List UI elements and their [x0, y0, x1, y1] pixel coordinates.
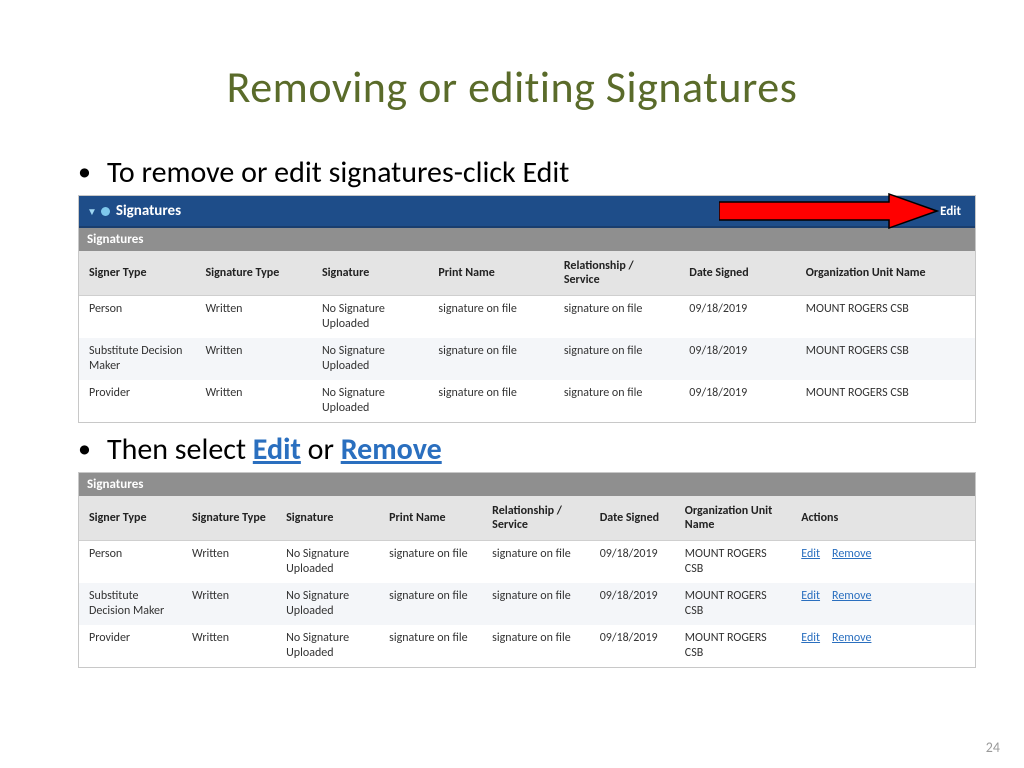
cell-date: 09/18/2019 [590, 583, 675, 625]
col2-relationship: Relationship / Service [482, 496, 590, 541]
cell-signature: No Signature Uploaded [312, 296, 428, 339]
col-signature: Signature [312, 251, 428, 296]
cell-rel: signature on file [554, 338, 679, 380]
cell-rel: signature on file [554, 296, 679, 339]
bullet-dot-icon: • [78, 155, 91, 187]
col2-org-unit: Organization Unit Name [675, 496, 791, 541]
cell-org: MOUNT ROGERS CSB [796, 338, 975, 380]
col-relationship: Relationship / Service [554, 251, 679, 296]
cell-actions: Edit Remove [791, 541, 975, 584]
bullet-1: • To remove or edit signatures-click Edi… [78, 154, 976, 191]
cell-sigtype: Written [182, 583, 276, 625]
cell-date: 09/18/2019 [590, 541, 675, 584]
row-remove-link[interactable]: Remove [832, 547, 871, 561]
cell-rel: signature on file [482, 625, 590, 667]
row-remove-link[interactable]: Remove [832, 631, 871, 645]
signatures-panel-1: ▼ Signatures Edit Signatures Signer Type… [78, 195, 976, 423]
panel1-title-bar: ▼ Signatures Edit [79, 196, 975, 228]
panel1-section-title: Signatures [116, 202, 181, 220]
table-row: Substitute Decision MakerWrittenNo Signa… [79, 338, 975, 380]
cell-actions: Edit Remove [791, 583, 975, 625]
cell-sigtype: Written [182, 541, 276, 584]
cell-signer: Provider [79, 380, 195, 422]
signatures-table-2: Signer Type Signature Type Signature Pri… [79, 496, 975, 667]
signatures-table-1: Signer Type Signature Type Signature Pri… [79, 251, 975, 422]
cell-sigtype: Written [195, 296, 311, 339]
bullet-dot-icon: • [78, 432, 91, 464]
row-remove-link[interactable]: Remove [832, 589, 871, 603]
cell-signature: No Signature Uploaded [276, 541, 379, 584]
panel-indicator-icon [101, 207, 110, 216]
cell-print: signature on file [379, 541, 482, 584]
cell-rel: signature on file [554, 380, 679, 422]
signatures-panel-2: Signatures Signer Type Signature Type Si… [78, 472, 976, 668]
bullet-2-prefix: Then select [107, 431, 253, 468]
cell-rel: signature on file [482, 541, 590, 584]
bullet-2-text: Then select Edit or Remove [107, 431, 442, 468]
cell-signer: Provider [79, 625, 182, 667]
col-org-unit: Organization Unit Name [796, 251, 975, 296]
bullet-1-text: To remove or edit signatures-click Edit [107, 154, 569, 191]
col-date-signed: Date Signed [679, 251, 795, 296]
collapse-icon[interactable]: ▼ [87, 205, 97, 218]
cell-print: signature on file [428, 296, 553, 339]
panel1-sub-title: Signatures [79, 228, 975, 251]
cell-signer: Person [79, 296, 195, 339]
col-signature-type: Signature Type [195, 251, 311, 296]
red-arrow-icon [719, 193, 939, 229]
col2-print-name: Print Name [379, 496, 482, 541]
cell-date: 09/18/2019 [679, 296, 795, 339]
cell-org: MOUNT ROGERS CSB [675, 541, 791, 584]
row-edit-link[interactable]: Edit [801, 631, 820, 645]
col2-signature: Signature [276, 496, 379, 541]
col2-date-signed: Date Signed [590, 496, 675, 541]
col2-signature-type: Signature Type [182, 496, 276, 541]
bullet-2-edit-keyword: Edit [253, 431, 301, 468]
cell-org: MOUNT ROGERS CSB [796, 380, 975, 422]
cell-signature: No Signature Uploaded [312, 338, 428, 380]
col2-actions: Actions [791, 496, 975, 541]
cell-date: 09/18/2019 [679, 338, 795, 380]
cell-sigtype: Written [182, 625, 276, 667]
cell-org: MOUNT ROGERS CSB [675, 583, 791, 625]
col-print-name: Print Name [428, 251, 553, 296]
cell-signature: No Signature Uploaded [276, 583, 379, 625]
cell-signer: Substitute Decision Maker [79, 583, 182, 625]
table-row: ProviderWrittenNo Signature Uploadedsign… [79, 625, 975, 667]
bullet-2-mid: or [301, 431, 341, 468]
col-signer-type: Signer Type [79, 251, 195, 296]
table-row: ProviderWrittenNo Signature Uploadedsign… [79, 380, 975, 422]
cell-org: MOUNT ROGERS CSB [675, 625, 791, 667]
table-row: PersonWrittenNo Signature Uploadedsignat… [79, 541, 975, 584]
cell-print: signature on file [379, 583, 482, 625]
cell-signer: Person [79, 541, 182, 584]
row-edit-link[interactable]: Edit [801, 589, 820, 603]
row-edit-link[interactable]: Edit [801, 547, 820, 561]
col2-signer-type: Signer Type [79, 496, 182, 541]
slide-title: Removing or editing Signatures [48, 60, 976, 114]
table-row: PersonWrittenNo Signature Uploadedsignat… [79, 296, 975, 339]
table-row: Substitute Decision MakerWrittenNo Signa… [79, 583, 975, 625]
cell-date: 09/18/2019 [679, 380, 795, 422]
panel2-sub-title: Signatures [79, 473, 975, 496]
cell-sigtype: Written [195, 380, 311, 422]
cell-rel: signature on file [482, 583, 590, 625]
edit-button[interactable]: Edit [940, 204, 961, 219]
bullet-2: • Then select Edit or Remove [78, 431, 976, 468]
cell-print: signature on file [428, 380, 553, 422]
cell-print: signature on file [428, 338, 553, 380]
cell-sigtype: Written [195, 338, 311, 380]
cell-actions: Edit Remove [791, 625, 975, 667]
cell-signer: Substitute Decision Maker [79, 338, 195, 380]
page-number: 24 [986, 739, 1000, 756]
cell-org: MOUNT ROGERS CSB [796, 296, 975, 339]
cell-date: 09/18/2019 [590, 625, 675, 667]
cell-signature: No Signature Uploaded [276, 625, 379, 667]
bullet-2-remove-keyword: Remove [341, 431, 442, 468]
cell-signature: No Signature Uploaded [312, 380, 428, 422]
cell-print: signature on file [379, 625, 482, 667]
